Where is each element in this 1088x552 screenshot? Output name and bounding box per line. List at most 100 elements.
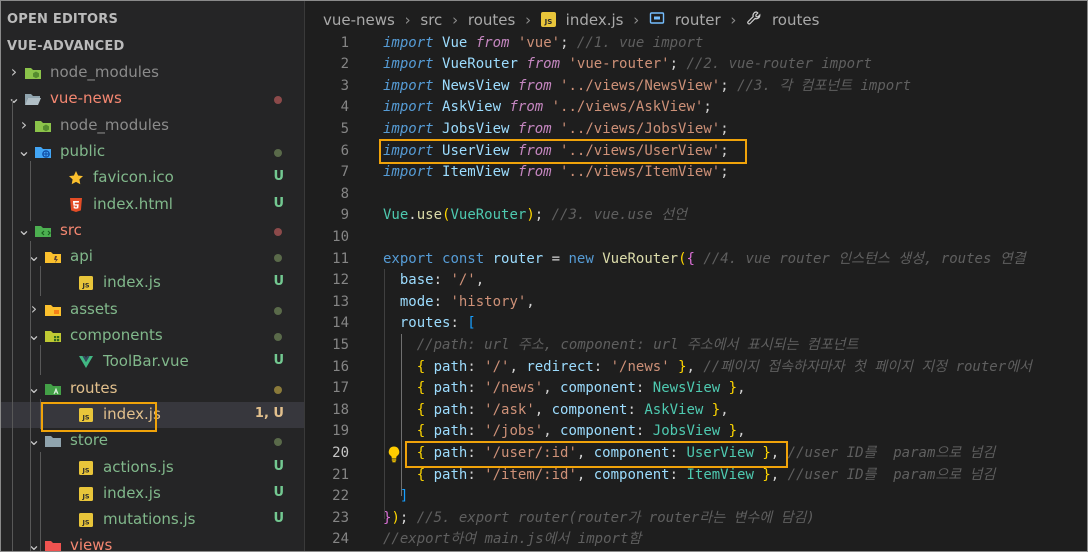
code-line[interactable]: 6 import UserView from '../views/UserView… [305, 141, 1087, 163]
assets-folder-icon [44, 302, 61, 318]
code-line[interactable]: 5 import JobsView from '../views/JobsView… [305, 119, 1087, 141]
tree-item[interactable]: JS index.js U [1, 481, 304, 507]
code-line[interactable]: 3 import NewsView from '../views/NewsView… [305, 76, 1087, 98]
chevron-down-icon[interactable]: ⌄ [17, 142, 31, 159]
line-number: 2 [340, 56, 349, 73]
tree-item[interactable]: index.html U [1, 192, 304, 218]
git-status-dot [274, 438, 282, 447]
chevron-down-icon[interactable]: ⌄ [7, 90, 21, 106]
tree-item[interactable]: ToolBar.vue U [1, 349, 304, 375]
code-line[interactable]: 11 export const router = new VueRouter({ … [305, 249, 1087, 271]
line-code: ] [399, 488, 409, 505]
js-file-icon: JS [78, 512, 94, 528]
breadcrumb-folder-routes[interactable]: routes [468, 11, 515, 29]
indent-guide [384, 269, 385, 519]
line-code: mode: 'history', [399, 293, 535, 310]
code-line[interactable]: 17 { path: '/news', component: NewsView … [305, 378, 1087, 400]
tree-item[interactable]: › assets [1, 297, 304, 323]
tree-item[interactable]: ⌄ components [1, 323, 304, 349]
tree-item-label: store [70, 431, 108, 450]
tree-item[interactable]: ⌄ store [1, 428, 304, 454]
code-line[interactable]: 4 import AskView from '../views/AskView'; [305, 97, 1087, 119]
tree-indent-guide [40, 452, 41, 551]
line-number: 10 [332, 228, 349, 245]
tree-item[interactable]: favicon.ico U [1, 165, 304, 191]
code-editor[interactable]: vue-news › src › routes › JS index.js › … [305, 1, 1087, 551]
breadcrumb-file-index-js[interactable]: index.js [566, 11, 624, 29]
js-file-icon: JS [78, 275, 94, 291]
tree-item-label: index.js [103, 483, 161, 502]
git-status-dot [274, 148, 282, 157]
code-line[interactable]: 13 mode: 'history', [305, 292, 1087, 314]
code-line[interactable]: 9 Vue.use(VueRouter); //3. vue.use 선언 [305, 205, 1087, 227]
git-status-dot [274, 306, 282, 315]
store-folder-icon [44, 433, 61, 449]
breadcrumb-symbol-routes[interactable]: routes [772, 11, 819, 29]
code-line[interactable]: 10 [305, 227, 1087, 249]
tree-item[interactable]: JS actions.js U [1, 455, 304, 481]
code-line[interactable]: 8 [305, 184, 1087, 206]
line-number: 23 [332, 509, 349, 526]
tree-item[interactable]: JS mutations.js U [1, 507, 304, 533]
code-line[interactable]: 22 ] [305, 486, 1087, 508]
tree-item[interactable]: JS index.js U [1, 270, 304, 296]
line-number: 14 [332, 315, 349, 332]
tree-item[interactable]: › node_modules [1, 60, 304, 86]
tree-item[interactable]: › node_modules [1, 113, 304, 139]
line-code: { path: '/user/:id', component: UserView… [416, 444, 996, 461]
code-line[interactable]: 7 import ItemView from '../views/ItemView… [305, 162, 1087, 184]
line-number: 6 [340, 142, 349, 159]
workspace-header[interactable]: VUE-ADVANCED [7, 39, 124, 54]
code-line[interactable]: 23}); //5. export router(router가 router라… [305, 508, 1087, 530]
tree-item-label: index.html [93, 194, 173, 213]
line-number: 4 [340, 99, 349, 116]
tree-item[interactable]: ⌄ views [1, 533, 304, 551]
tree-item[interactable]: ⌄ api [1, 244, 304, 270]
lightbulb-icon[interactable] [385, 445, 403, 463]
line-code: base: '/', [399, 272, 485, 289]
line-code: { path: '/ask', component: AskView }, [416, 401, 729, 418]
line-number: 1 [340, 34, 349, 51]
folder-open-icon [24, 91, 41, 107]
tree-item[interactable]: ⌄ routes [1, 376, 304, 402]
code-line[interactable]: 24 //export하여 main.js에서 import함 [305, 529, 1087, 551]
code-line[interactable]: 18 { path: '/ask', component: AskView }, [305, 400, 1087, 422]
code-line[interactable]: 16 { path: '/', redirect: '/news' }, //페… [305, 357, 1087, 379]
tree-item[interactable]: ⌄ public [1, 139, 304, 165]
tree-indent-guide [30, 161, 31, 221]
svg-text:JS: JS [81, 282, 89, 290]
breadcrumb-folder-vue-news[interactable]: vue-news [323, 11, 395, 29]
breadcrumb-folder-src[interactable]: src [420, 11, 442, 29]
tree-item[interactable]: ⌄ src [1, 218, 304, 244]
line-code: import VueRouter from 'vue-router'; //2.… [383, 56, 872, 73]
line-number: 18 [332, 401, 349, 418]
tree-item-label: api [70, 247, 93, 266]
code-line[interactable]: 20 { path: '/user/:id', component: UserV… [305, 443, 1087, 465]
chevron-right-icon[interactable]: › [7, 64, 21, 80]
breadcrumb-symbol-router[interactable]: router [675, 11, 721, 29]
chevron-right-icon[interactable]: › [17, 116, 31, 133]
tree-item[interactable]: JS index.js 1, U [1, 401, 304, 428]
line-number: 5 [340, 120, 349, 137]
chevron-down-icon[interactable]: ⌄ [17, 221, 31, 238]
svg-text:JS: JS [81, 519, 89, 527]
git-status-badge: U [273, 511, 284, 527]
code-line[interactable]: 2 import VueRouter from 'vue-router'; //2… [305, 54, 1087, 76]
open-editors-header[interactable]: OPEN EDITORS [7, 12, 118, 27]
code-line[interactable]: 14 routes: [ [305, 313, 1087, 335]
tree-item[interactable]: ⌄ vue-news [1, 86, 304, 112]
tree-indent-guide [40, 345, 41, 375]
line-number: 7 [340, 164, 349, 181]
tree-item-label: assets [70, 299, 118, 318]
code-line[interactable]: 1 import Vue from 'vue'; //1. vue import [305, 33, 1087, 55]
code-line[interactable]: 21 { path: '/item/:id', component: ItemV… [305, 465, 1087, 487]
code-line[interactable]: 15 //path: url 주소, component: url 주소에서 표… [305, 335, 1087, 357]
git-status-dot [274, 333, 282, 341]
code-line[interactable]: 19 { path: '/jobs', component: JobsView … [305, 421, 1087, 443]
explorer-sidebar: OPEN EDITORS VUE-ADVANCED › node_modules ⌄… [1, 1, 305, 551]
code-line[interactable]: 12 base: '/', [305, 270, 1087, 292]
line-number: 12 [332, 272, 349, 289]
chevron-right-icon: › [633, 11, 640, 29]
git-status-badge: U [273, 274, 284, 290]
tree-item-label: vue-news [50, 89, 122, 108]
